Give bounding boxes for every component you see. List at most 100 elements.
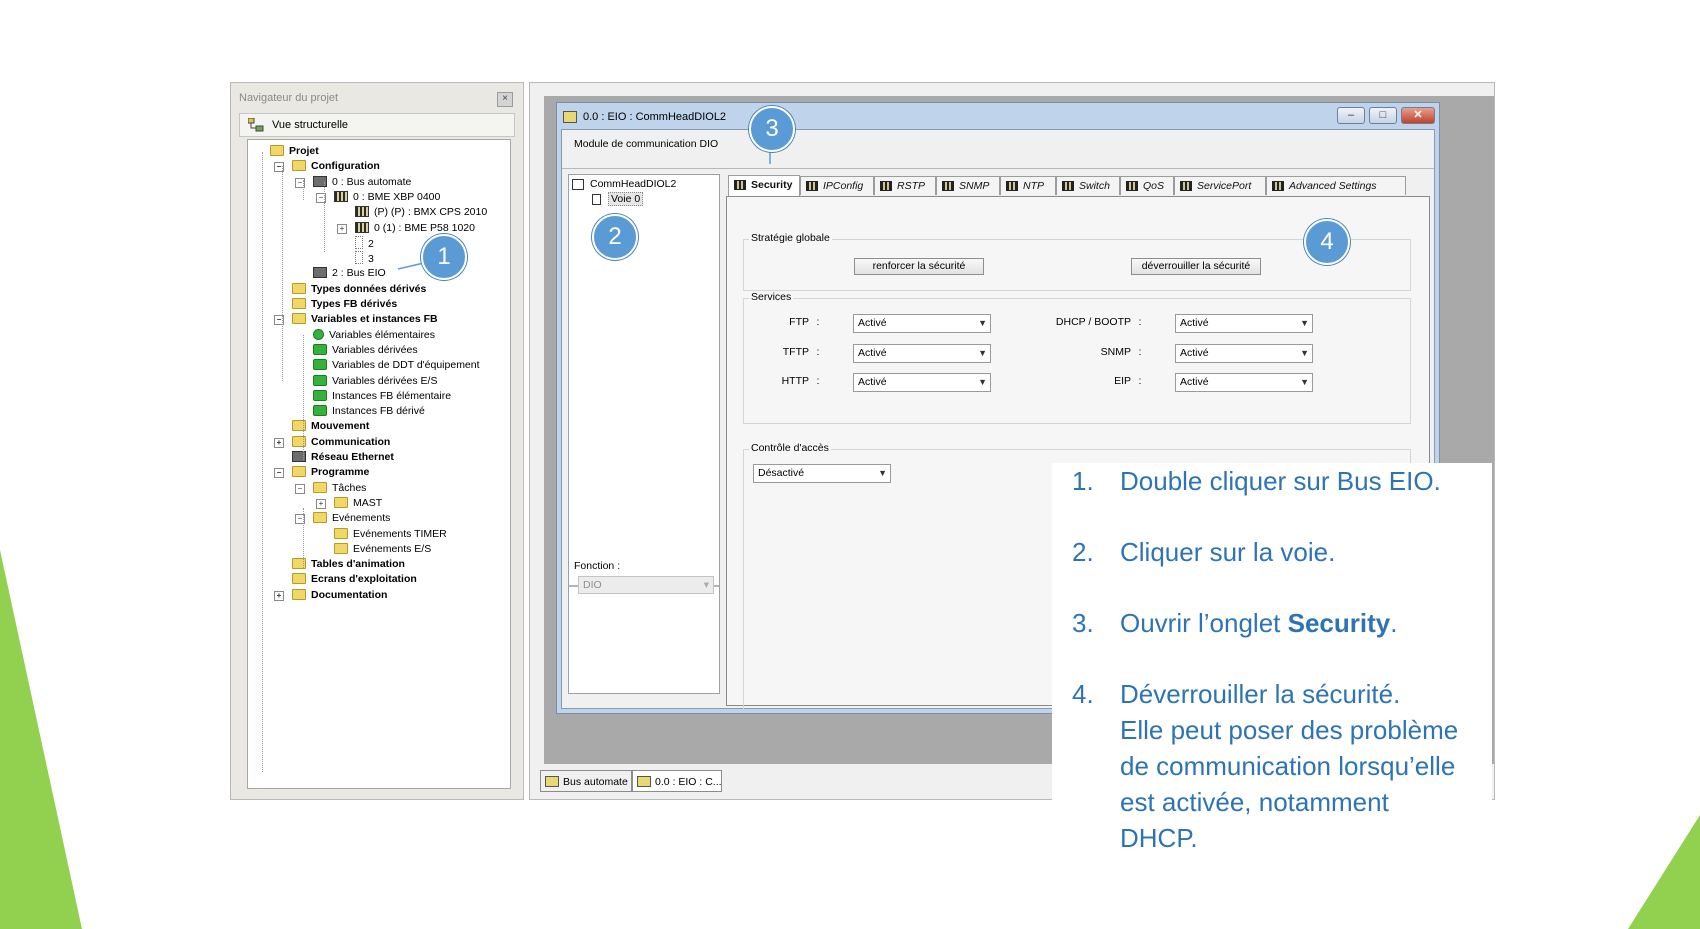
tree-item-label: Types données dérivés <box>311 282 427 295</box>
instructions-list: 1. Double cliquer sur Bus EIO. 2. Cliquer … <box>1052 463 1492 856</box>
expand-icon[interactable]: + <box>337 223 347 234</box>
navigator-close-button[interactable]: × <box>497 92 513 107</box>
instruction-text: Double cliquer sur Bus EIO. <box>1120 466 1441 496</box>
chevron-down-icon: ▼ <box>978 377 987 387</box>
service-separator: : <box>816 316 820 328</box>
task-bus-automate[interactable]: Bus automate <box>540 770 632 792</box>
tab-label: Security <box>751 179 793 191</box>
tree-item[interactable]: Configuration − <box>274 159 380 174</box>
module-icon <box>734 180 746 190</box>
expand-icon[interactable]: + <box>274 437 284 448</box>
tree-item[interactable]: Programme − <box>274 465 370 480</box>
tree-item[interactable]: 0 (1) : BME P58 1020 + <box>337 221 475 236</box>
tree-item[interactable]: Variables dérivées E/S <box>313 374 437 389</box>
tab-ntp[interactable]: NTP <box>1000 176 1056 195</box>
tree-item[interactable]: 2 <box>355 235 374 251</box>
structure-view-icon <box>248 118 264 132</box>
tree-item[interactable]: 0 : BME XBP 0400− <box>316 190 441 205</box>
tree-item-label: Configuration <box>311 160 380 173</box>
tree-item-label: 0 : BME XBP 0400 <box>353 190 441 203</box>
maximize-button[interactable]: □ <box>1369 107 1397 124</box>
tree-item[interactable]: Types données dérivés <box>292 282 426 297</box>
tree-item[interactable]: Instances FB dérivé <box>313 404 425 419</box>
tree-item[interactable]: 0 : Bus automate − <box>295 175 412 190</box>
tree-item[interactable]: Variables dérivées <box>313 343 418 358</box>
tree-item-label: 0 : Bus automate <box>332 175 412 188</box>
tree-item-label: Programme <box>311 466 370 479</box>
tab-security[interactable]: Security <box>728 175 800 196</box>
chevron-down-icon: ▼ <box>878 468 887 478</box>
dialog-app-icon <box>563 111 577 123</box>
tree-item[interactable]: Evénements TIMER <box>334 527 447 542</box>
project-tree[interactable]: Projet Configuration −0 : Bus automate −0 :… <box>247 139 511 789</box>
instruction-text: Cliquer sur la voie. <box>1120 537 1336 567</box>
tree-item[interactable]: Documentation + <box>274 588 388 603</box>
tree-item[interactable]: Variables et instances FB − <box>274 312 438 327</box>
tree-guide-line <box>303 335 304 460</box>
tree-item[interactable]: Tables d'animation <box>292 557 405 572</box>
tab-ipconfig[interactable]: IPConfig <box>800 176 874 195</box>
tree-item-label: Documentation <box>311 588 388 601</box>
service-value: Activé <box>858 317 887 329</box>
tab-snmp[interactable]: SNMP <box>936 176 1000 195</box>
channel-node[interactable]: Voie 0 <box>592 192 644 207</box>
fonction-select[interactable]: DIO ▾ <box>578 576 714 594</box>
service-select[interactable]: Activé ▼ <box>853 373 991 392</box>
tree-item[interactable]: Variables élémentaires <box>313 328 435 343</box>
enforce-security-button[interactable]: renforcer la sécurité <box>854 258 984 275</box>
folder-open-icon <box>292 466 306 478</box>
instruction-text: . <box>1390 608 1398 638</box>
service-separator: : <box>1138 316 1142 328</box>
tree-item[interactable]: Communication + <box>274 435 390 450</box>
module-icon <box>1180 181 1192 191</box>
instruction-item: 3. Ouvrir l’onglet Security. <box>1052 605 1492 641</box>
service-value: Activé <box>858 376 887 388</box>
instruction-number: 4. <box>1072 679 1094 709</box>
tree-item[interactable]: MAST + <box>316 496 382 511</box>
tree-item[interactable]: Variables de DDT d'équipement <box>313 358 480 373</box>
tree-item[interactable]: Evénements E/S <box>334 542 431 557</box>
view-selector[interactable]: Vue structurelle <box>239 113 515 137</box>
chevron-down-icon: ▾ <box>703 579 709 591</box>
service-select[interactable]: Activé ▼ <box>1175 344 1313 363</box>
expand-icon[interactable]: + <box>274 590 284 601</box>
collapse-icon[interactable]: − <box>295 483 305 494</box>
folder-icon <box>334 496 348 508</box>
tree-item[interactable]: Réseau Ethernet <box>292 450 394 465</box>
unlock-security-button[interactable]: déverrouiller la sécurité <box>1131 258 1261 275</box>
tab-qos[interactable]: QoS <box>1120 176 1174 195</box>
service-separator: : <box>1138 346 1142 358</box>
tree-item[interactable]: Ecrans d'exploitation <box>292 572 417 587</box>
service-select[interactable]: Activé ▼ <box>1175 373 1313 392</box>
expand-icon[interactable]: + <box>316 498 326 509</box>
service-select[interactable]: Activé ▼ <box>853 344 991 363</box>
tree-item-label: Evénements TIMER <box>353 527 447 540</box>
module-node[interactable]: CommHeadDIOL2 <box>572 177 676 192</box>
tree-item[interactable]: (P) (P) : BMX CPS 2010 <box>355 205 487 220</box>
tab-rstp[interactable]: RSTP <box>874 176 936 195</box>
tree-item[interactable]: Instances FB élémentaire <box>313 389 451 404</box>
tab-switch[interactable]: Switch <box>1056 176 1120 195</box>
tree-item-label: 0 (1) : BME P58 1020 <box>374 221 475 234</box>
tree-item[interactable]: 2 : Bus EIO <box>313 266 386 281</box>
tab-advanced-settings[interactable]: Advanced Settings <box>1266 176 1406 195</box>
service-select[interactable]: Activé ▼ <box>853 314 991 333</box>
access-select[interactable]: Désactivé ▼ <box>753 464 891 483</box>
tree-item[interactable]: Types FB dérivés <box>292 297 397 312</box>
tree-item[interactable]: Tâches − <box>295 481 366 496</box>
minimize-button[interactable]: – <box>1337 107 1365 124</box>
tab-serviceport[interactable]: ServicePort <box>1174 176 1266 195</box>
folder-open-icon <box>313 481 327 493</box>
service-select[interactable]: Activé ▼ <box>1175 314 1313 333</box>
tree-item[interactable]: Projet <box>270 144 319 159</box>
collapse-icon[interactable]: − <box>274 468 284 479</box>
task-eio-dialog[interactable]: 0.0 : EIO : C... <box>632 770 722 792</box>
tree-item[interactable]: 3 <box>355 251 374 266</box>
folder-icon <box>334 542 348 554</box>
project-navigator: Navigateur du projet × Vue structurelle … <box>230 82 524 800</box>
folder-icon <box>292 573 306 585</box>
close-button[interactable]: ✕ <box>1401 107 1435 124</box>
tree-item[interactable]: Evénements − <box>295 511 390 526</box>
module-icon <box>355 221 369 233</box>
tab-label: SNMP <box>959 180 990 192</box>
